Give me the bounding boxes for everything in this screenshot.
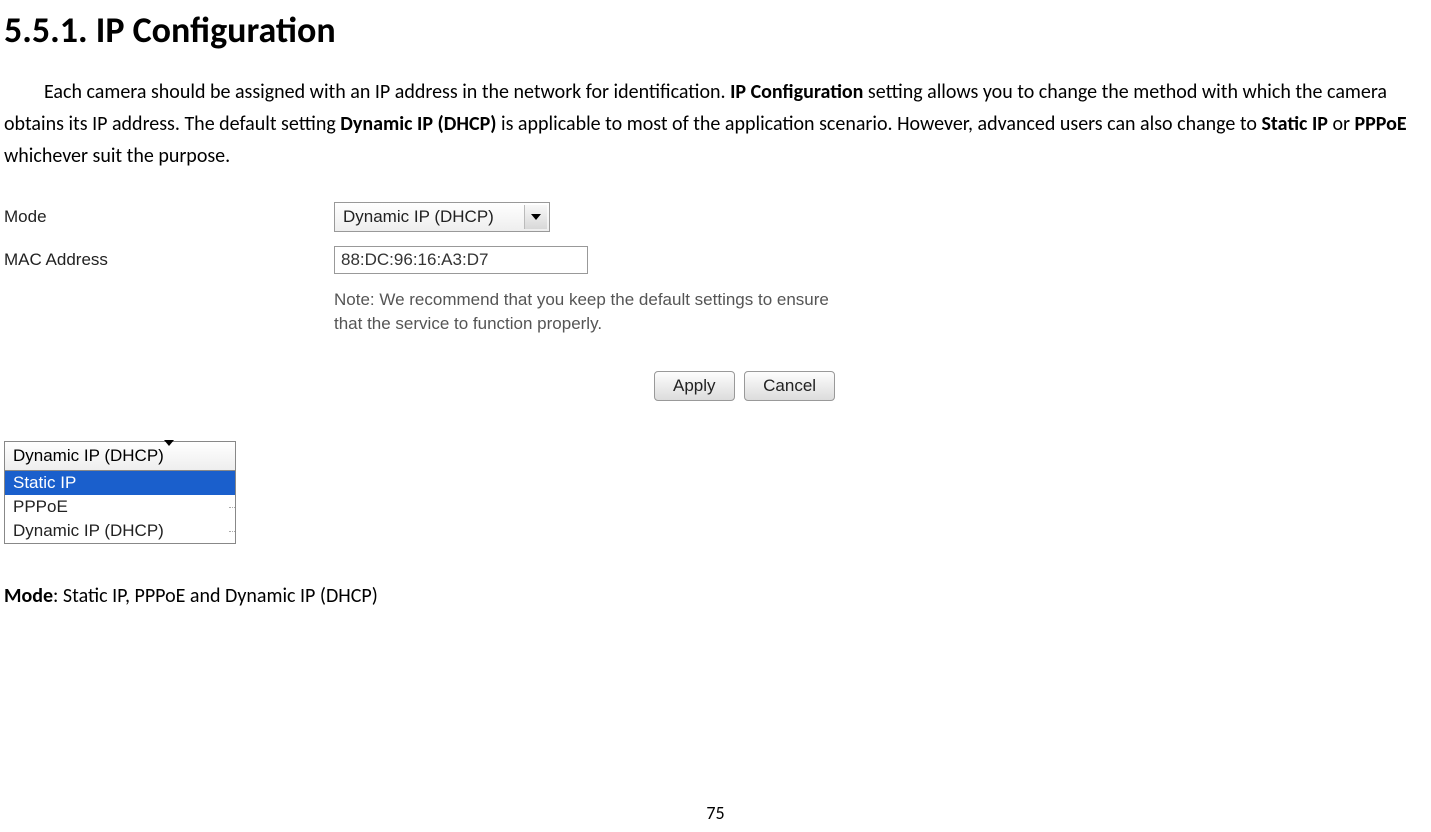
- button-row: Apply Cancel: [654, 371, 1431, 401]
- mode-desc-value: Static IP, PPPoE and Dynamic IP (DHCP): [63, 584, 378, 608]
- dropdown-collapsed-value: Dynamic IP (DHCP): [13, 446, 164, 466]
- mode-select-value: Dynamic IP (DHCP): [343, 207, 494, 227]
- text-seg-3: is applicable to most of the application…: [496, 112, 1261, 136]
- mac-row: MAC Address 88:DC:96:16:A3:D7: [4, 246, 1431, 274]
- page-number: 75: [0, 802, 1431, 824]
- dropdown-collapsed-row[interactable]: Dynamic IP (DHCP): [5, 442, 235, 471]
- dropdown-option-static-ip[interactable]: Static IP: [5, 471, 235, 495]
- mac-label: MAC Address: [4, 250, 334, 270]
- bold-pppoe: PPPoE: [1355, 112, 1407, 136]
- dropdown-option-dhcp-label: Dynamic IP (DHCP): [13, 521, 164, 540]
- mode-desc-label: Mode: [4, 584, 53, 608]
- mode-description: Mode: Static IP, PPPoE and Dynamic IP (D…: [4, 584, 1431, 608]
- section-heading: 5.5.1. IP Configuration: [0, 8, 1431, 52]
- dropdown-option-pppoe[interactable]: PPPoE: [5, 495, 235, 519]
- bold-dynamic-ip: Dynamic IP (DHCP): [340, 112, 496, 136]
- bold-static-ip: Static IP: [1261, 112, 1327, 136]
- mode-row: Mode Dynamic IP (DHCP): [4, 202, 1431, 232]
- mode-dropdown-open: Dynamic IP (DHCP) Static IP PPPoE Dynami…: [4, 441, 236, 544]
- text-seg-1: Each camera should be assigned with an I…: [44, 80, 730, 104]
- apply-button[interactable]: Apply: [654, 371, 735, 401]
- text-seg-5: whichever suit the purpose.: [4, 144, 230, 168]
- config-form-figure: Mode Dynamic IP (DHCP) MAC Address 88:DC…: [4, 202, 1431, 401]
- chevron-down-icon: [524, 205, 547, 229]
- dropdown-list: Static IP PPPoE Dynamic IP (DHCP): [5, 471, 235, 543]
- chevron-down-icon: [164, 446, 174, 466]
- dropdown-option-dhcp[interactable]: Dynamic IP (DHCP): [5, 519, 235, 543]
- dropdown-option-pppoe-label: PPPoE: [13, 497, 68, 516]
- mac-address-input[interactable]: 88:DC:96:16:A3:D7: [334, 246, 588, 274]
- bold-ip-configuration: IP Configuration: [730, 80, 863, 104]
- text-seg-4: or: [1328, 112, 1355, 136]
- intro-paragraph: Each camera should be assigned with an I…: [4, 76, 1427, 172]
- mode-select[interactable]: Dynamic IP (DHCP): [334, 202, 550, 232]
- cancel-button[interactable]: Cancel: [744, 371, 835, 401]
- note-text: Note: We recommend that you keep the def…: [334, 288, 834, 336]
- mode-label: Mode: [4, 207, 334, 227]
- mode-desc-colon: :: [53, 584, 63, 608]
- mac-address-value: 88:DC:96:16:A3:D7: [341, 250, 488, 270]
